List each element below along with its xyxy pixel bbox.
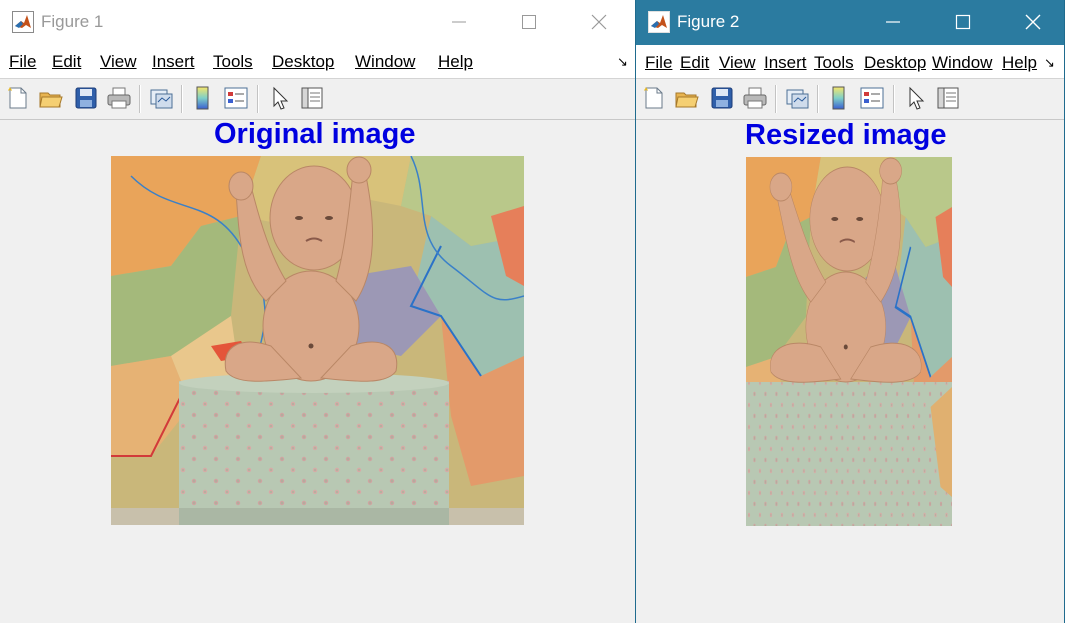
open-file-icon[interactable] <box>38 85 64 111</box>
window-title: Figure 1 <box>41 12 104 31</box>
figure-2-menubar: File Edit View Insert Tools Desktop Wind… <box>636 45 1064 79</box>
new-figure-icon[interactable] <box>641 85 667 111</box>
menu-desktop[interactable]: Desktop <box>272 52 334 72</box>
resized-image[interactable] <box>746 157 952 526</box>
menu-insert[interactable]: Insert <box>764 53 807 73</box>
toolbar-separator <box>893 85 895 113</box>
figure-1-titlebar[interactable]: Figure 1 <box>0 0 636 44</box>
dock-arrow-icon[interactable]: ↘ <box>617 54 628 70</box>
save-icon[interactable] <box>709 85 735 111</box>
toolbar-separator <box>775 85 777 113</box>
toolbar-separator <box>139 85 141 113</box>
maximize-icon <box>955 14 971 30</box>
menu-edit[interactable]: Edit <box>52 52 81 72</box>
link-plot-icon[interactable] <box>784 85 810 111</box>
insert-legend-icon[interactable] <box>223 85 249 111</box>
open-file-icon[interactable] <box>674 85 700 111</box>
window-title: Figure 2 <box>677 12 740 31</box>
menu-tools[interactable]: Tools <box>814 53 854 73</box>
insert-colorbar-icon[interactable] <box>826 85 852 111</box>
property-inspector-icon[interactable] <box>935 85 961 111</box>
minimize-button[interactable] <box>870 7 916 37</box>
insert-legend-icon[interactable] <box>859 85 885 111</box>
save-icon[interactable] <box>73 85 99 111</box>
figure-1-window: Figure 1 File Edit View Insert Tools Des… <box>0 0 636 623</box>
property-inspector-icon[interactable] <box>299 85 325 111</box>
edit-plot-pointer-icon[interactable] <box>903 85 929 111</box>
original-image[interactable] <box>111 156 524 525</box>
menu-view[interactable]: View <box>100 52 137 72</box>
menu-view[interactable]: View <box>719 53 756 73</box>
menu-tools[interactable]: Tools <box>213 52 253 72</box>
minimize-icon <box>886 21 900 23</box>
menu-window[interactable]: Window <box>355 52 415 72</box>
dock-arrow-icon[interactable]: ↘ <box>1044 55 1055 71</box>
menu-file[interactable]: File <box>9 52 36 72</box>
figure-1-toolbar <box>0 79 636 120</box>
minimize-button[interactable] <box>436 7 482 37</box>
figure-2-titlebar[interactable]: Figure 2 <box>636 0 1064 45</box>
menu-help[interactable]: Help <box>438 52 473 72</box>
close-button[interactable] <box>1010 7 1056 37</box>
menu-help[interactable]: Help <box>1002 53 1037 73</box>
close-button[interactable] <box>576 7 622 37</box>
minimize-icon <box>452 21 466 23</box>
print-icon[interactable] <box>742 85 768 111</box>
menu-edit[interactable]: Edit <box>680 53 709 73</box>
close-icon <box>591 14 607 30</box>
figure-2-window: Figure 2 File Edit View Insert Tools Des… <box>635 0 1065 623</box>
menu-desktop[interactable]: Desktop <box>864 53 926 73</box>
maximize-icon <box>522 15 536 29</box>
menu-file[interactable]: File <box>645 53 672 73</box>
toolbar-separator <box>817 85 819 113</box>
new-figure-icon[interactable] <box>5 85 31 111</box>
matlab-logo-icon <box>12 11 34 33</box>
toolbar-separator <box>181 85 183 113</box>
figure-1-menubar: File Edit View Insert Tools Desktop Wind… <box>0 44 636 79</box>
maximize-button[interactable] <box>506 7 552 37</box>
close-icon <box>1025 14 1041 30</box>
link-plot-icon[interactable] <box>148 85 174 111</box>
figure-2-toolbar <box>636 79 1064 120</box>
menu-window[interactable]: Window <box>932 53 994 73</box>
toolbar-separator <box>257 85 259 113</box>
maximize-button[interactable] <box>940 7 986 37</box>
matlab-logo-icon <box>648 11 670 33</box>
edit-plot-pointer-icon[interactable] <box>267 85 293 111</box>
menu-insert[interactable]: Insert <box>152 52 195 72</box>
print-icon[interactable] <box>106 85 132 111</box>
axes-title: Resized image <box>745 119 947 151</box>
axes-title: Original image <box>214 118 416 150</box>
insert-colorbar-icon[interactable] <box>190 85 216 111</box>
